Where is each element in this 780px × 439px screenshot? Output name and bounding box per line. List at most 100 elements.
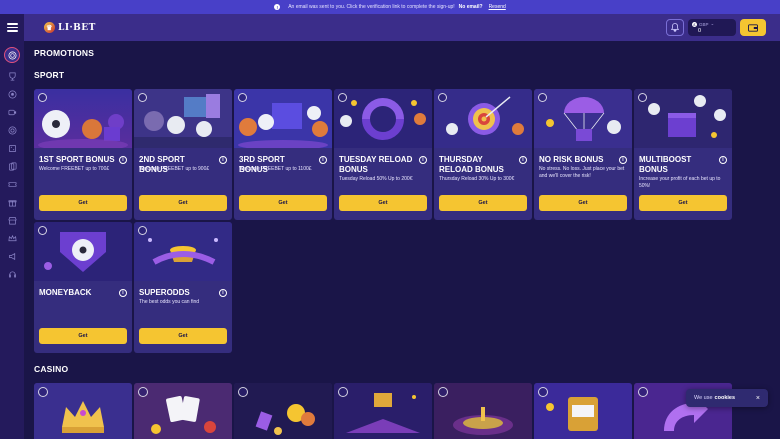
info-icon[interactable]: i [519, 156, 527, 164]
casino-promo-card[interactable] [234, 383, 332, 439]
currency-icon: £ [692, 21, 697, 27]
sidebar-item-cards[interactable] [5, 159, 19, 173]
megaphone-icon [8, 252, 15, 260]
casino-promo-card[interactable] [334, 383, 432, 439]
info-icon[interactable]: i [119, 289, 127, 297]
sidebar-item-sport[interactable] [5, 87, 19, 101]
info-icon[interactable]: i [219, 289, 227, 297]
casino-badge-icon [238, 387, 248, 397]
close-icon[interactable]: × [756, 395, 760, 402]
sport-badge-icon [138, 226, 147, 235]
sport-badge-icon [538, 93, 547, 102]
casino-badge-icon [338, 387, 348, 397]
get-button[interactable]: Get [239, 195, 327, 211]
chevron-down-icon: ⌄ [710, 21, 715, 26]
trophy-icon [8, 72, 16, 80]
sidebar-item-shop[interactable] [5, 213, 19, 227]
sidebar-item-vip[interactable] [5, 231, 19, 245]
promo-description: Welcome FREEBET up to 900£ [139, 166, 210, 172]
sidebar-item-bonus[interactable] [5, 195, 19, 209]
sidebar-item-live[interactable] [5, 105, 19, 119]
promo-title: NO RISK BONUS [539, 155, 604, 164]
video-icon [8, 109, 16, 115]
info-icon[interactable]: i [219, 156, 227, 164]
sidebar [0, 41, 24, 439]
chip-icon [8, 126, 16, 134]
promo-card: 2ND SPORT BONUS i Welcome FREEBET up to … [134, 89, 232, 220]
casino-promo-card[interactable] [134, 383, 232, 439]
sport-badge-icon [438, 93, 447, 102]
cookie-banner: We use cookies × [686, 389, 768, 407]
get-button[interactable]: Get [139, 195, 227, 211]
top-header: ♛ LI·BET £ GBP ⌄ 0 [0, 14, 780, 41]
sport-badge-icon [138, 93, 147, 102]
sidebar-item-promotions[interactable] [4, 47, 20, 63]
sidebar-item-support[interactable] [5, 267, 19, 281]
get-button[interactable]: Get [39, 195, 127, 211]
casino-badge-icon [138, 387, 148, 397]
store-icon [8, 216, 16, 224]
get-button[interactable]: Get [339, 195, 427, 211]
promo-card: 3RD SPORT BONUS i Welcome FREEBET up to … [234, 89, 332, 220]
deposit-button[interactable] [740, 19, 766, 36]
get-button[interactable]: Get [139, 328, 227, 344]
get-button[interactable]: Get [639, 195, 727, 211]
get-button[interactable]: Get [539, 195, 627, 211]
promo-card: NO RISK BONUS i No stress. No loss. Just… [534, 89, 632, 220]
resend-link[interactable]: Resend [489, 4, 506, 10]
balance-amount: 0 [698, 28, 702, 34]
promo-description: The best odds you can find [139, 299, 200, 305]
cookies-link[interactable]: cookies [715, 395, 735, 401]
sidebar-item-cup[interactable] [5, 69, 19, 83]
promo-image [134, 222, 232, 281]
promo-title: THURSDAY RELOAD BONUS [439, 155, 504, 174]
promo-image [234, 89, 332, 148]
promo-title: MONEYBACK [39, 288, 92, 297]
sidebar-item-lottery[interactable] [5, 177, 19, 191]
promo-image [434, 89, 532, 148]
promo-image [34, 89, 132, 148]
promo-title: SUPERODDS [139, 288, 190, 297]
get-button[interactable]: Get [39, 328, 127, 344]
balance-widget[interactable]: £ GBP ⌄ 0 [688, 19, 736, 36]
info-icon[interactable]: i [419, 156, 427, 164]
target-icon [8, 51, 16, 59]
notifications-button[interactable] [666, 19, 684, 36]
get-button[interactable]: Get [439, 195, 527, 211]
promo-card: MONEYBACK i Get [34, 222, 132, 353]
sidebar-item-live-casino[interactable] [5, 141, 19, 155]
promo-description: No stress. No loss. Just place your bet … [539, 166, 625, 179]
sport-badge-icon [638, 93, 647, 102]
casino-promo-card[interactable] [34, 383, 132, 439]
balance-currency: GBP [699, 21, 709, 27]
bell-icon [671, 23, 679, 32]
info-icon[interactable]: i [319, 156, 327, 164]
casino-promo-card[interactable] [534, 383, 632, 439]
info-icon[interactable]: i [619, 156, 627, 164]
promo-card: THURSDAY RELOAD BONUS i Thursday Reload … [434, 89, 532, 220]
casino-badge-icon [438, 387, 448, 397]
sidebar-item-tournaments[interactable] [5, 249, 19, 263]
info-icon[interactable]: i [119, 156, 127, 164]
sidebar-item-casino[interactable] [5, 123, 19, 137]
gift-icon [8, 199, 16, 206]
promo-image [334, 89, 432, 148]
promo-card: 1ST SPORT BONUS i Welcome FREEBET up to … [34, 89, 132, 220]
logo[interactable]: ♛ LI·BET [44, 22, 96, 33]
crown-icon: ♛ [44, 22, 55, 33]
promo-description: Welcome FREEBET up to 1100£ [239, 166, 312, 172]
menu-button[interactable] [0, 14, 24, 41]
cookie-text: We use [694, 395, 713, 401]
casino-promo-card[interactable] [434, 383, 532, 439]
promo-image [34, 222, 132, 281]
promo-title: 1ST SPORT BONUS [39, 155, 115, 164]
promo-title: TUESDAY RELOAD BONUS [339, 155, 413, 174]
main-content: PROMOTIONS SPORT 1ST SPORT BONUS i Welco… [24, 41, 780, 439]
promo-title: MULTIBOOST BONUS [639, 155, 692, 174]
ticket-icon [8, 181, 16, 187]
notice-no-email: No email? [458, 4, 483, 10]
sport-badge-icon [38, 93, 47, 102]
promo-card: TUESDAY RELOAD BONUS i Tuesday Reload 50… [334, 89, 432, 220]
verification-notice: ! An email was sent to you. Click the ve… [0, 0, 780, 14]
info-icon[interactable]: i [719, 156, 727, 164]
